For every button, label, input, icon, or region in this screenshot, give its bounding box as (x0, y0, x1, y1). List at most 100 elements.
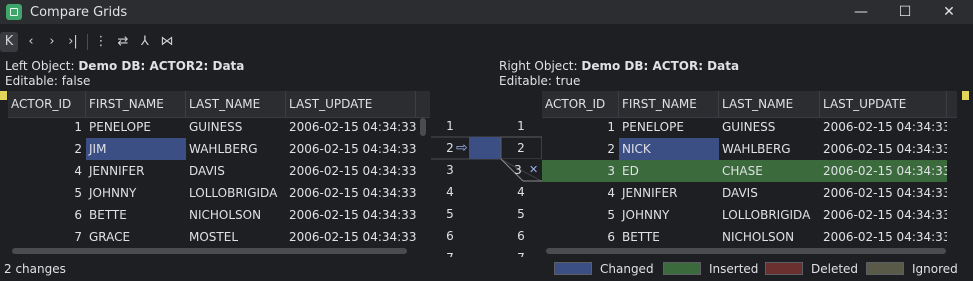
actor-id-cell[interactable]: 2 (8, 138, 86, 160)
right-col-header[interactable]: ACTOR_ID (542, 91, 619, 117)
last-name-cell[interactable]: LOLLOBRIGIDA (186, 182, 286, 204)
left-grid[interactable]: ACTOR_ID FIRST_NAME LAST_NAME LAST_UPDAT… (8, 91, 430, 257)
table-row-inserted[interactable]: 3 ED CHASE 2006-02-15 04:34:33 (542, 160, 947, 182)
right-grid[interactable]: ACTOR_ID FIRST_NAME LAST_NAME LAST_UPDAT… (542, 91, 957, 257)
actor-id-cell[interactable]: 6 (8, 204, 86, 226)
first-name-cell[interactable]: JOHNNY (619, 204, 719, 226)
swap-sides-button[interactable]: ⇄ (114, 32, 132, 52)
last-update-cell[interactable]: 2006-02-15 04:34:33 (820, 138, 947, 160)
last-name-cell[interactable]: DAVIS (719, 182, 820, 204)
more-vertical-icon: ⋮ (94, 34, 108, 49)
more-options-button[interactable]: ⋮ (92, 32, 110, 52)
last-update-cell[interactable]: 2006-02-15 04:34:33 (286, 204, 418, 226)
last-name-cell[interactable]: WAHLBERG (719, 138, 820, 160)
last-icon: ›| (68, 34, 78, 49)
last-update-cell[interactable]: 2006-02-15 04:34:33 (820, 226, 947, 248)
left-col-header[interactable]: ACTOR_ID (8, 91, 86, 117)
table-row[interactable]: 7 GRACE MOSTEL 2006-02-15 04:34:33 (8, 226, 418, 248)
first-name-cell[interactable]: ED (619, 160, 719, 182)
next-difference-button[interactable]: › (43, 32, 61, 52)
actor-id-cell[interactable]: 5 (542, 204, 619, 226)
right-line-number: 2 (517, 141, 525, 155)
previous-difference-button[interactable]: ‹ (22, 32, 40, 52)
last-name-cell[interactable]: LOLLOBRIGIDA (719, 204, 820, 226)
right-col-header[interactable]: LAST_UPDATE (820, 91, 947, 117)
left-col-header[interactable]: FIRST_NAME (86, 91, 186, 117)
right-col-header[interactable]: FIRST_NAME (619, 91, 719, 117)
merge-button[interactable]: ⅄ (136, 32, 154, 52)
left-object-prefix: Left Object: (5, 59, 79, 73)
last-update-cell[interactable]: 2006-02-15 04:34:33 (820, 160, 947, 182)
actor-id-cell[interactable]: 1 (8, 116, 86, 138)
table-row[interactable]: 6 BETTE NICHOLSON 2006-02-15 04:34:33 (542, 226, 947, 248)
copy-right-arrow-icon[interactable]: ⇨ (456, 140, 468, 156)
legend-label-inserted: Inserted (709, 262, 759, 276)
first-name-cell-changed[interactable]: NICK (619, 138, 719, 160)
maximize-button[interactable]: ☐ (885, 0, 925, 24)
left-vertical-scrollbar[interactable] (420, 118, 426, 136)
actor-id-cell[interactable]: 1 (542, 116, 619, 138)
actor-id-cell[interactable]: 4 (8, 160, 86, 182)
last-difference-button[interactable]: ›| (64, 32, 82, 52)
table-row[interactable]: 4 JENNIFER DAVIS 2006-02-15 04:34:33 (542, 182, 947, 204)
first-difference-button[interactable]: K (0, 32, 18, 52)
last-update-cell[interactable]: 2006-02-15 04:34:33 (820, 204, 947, 226)
actor-id-cell[interactable]: 2 (542, 138, 619, 160)
last-name-cell[interactable]: DAVIS (186, 160, 286, 182)
left-col-header[interactable]: LAST_UPDATE (286, 91, 416, 117)
last-update-cell[interactable]: 2006-02-15 04:34:33 (286, 116, 418, 138)
first-name-cell[interactable]: JOHNNY (86, 182, 186, 204)
actor-id-cell[interactable]: 7 (8, 226, 86, 248)
last-update-cell[interactable]: 2006-02-15 04:34:33 (286, 160, 418, 182)
last-name-cell[interactable]: NICHOLSON (719, 226, 820, 248)
first-name-cell[interactable]: JENNIFER (86, 160, 186, 182)
close-button[interactable]: ✕ (929, 0, 969, 24)
last-update-cell[interactable]: 2006-02-15 04:34:33 (820, 116, 947, 138)
changes-count: 2 changes (4, 262, 66, 276)
right-line-number: 4 (517, 185, 525, 199)
left-col-header[interactable]: LAST_NAME (186, 91, 286, 117)
table-row[interactable]: 2 JIM WAHLBERG 2006-02-15 04:34:33 (8, 138, 418, 160)
last-update-cell[interactable]: 2006-02-15 04:34:33 (820, 182, 947, 204)
last-name-cell[interactable]: NICHOLSON (186, 204, 286, 226)
table-row[interactable]: 2 NICK WAHLBERG 2006-02-15 04:34:33 (542, 138, 947, 160)
first-name-cell[interactable]: GRACE (86, 226, 186, 248)
swap-icon: ⇄ (117, 34, 129, 49)
table-row[interactable]: 6 BETTE NICHOLSON 2006-02-15 04:34:33 (8, 204, 418, 226)
mirror-button[interactable]: ⋈ (158, 32, 176, 52)
first-name-cell[interactable]: BETTE (86, 204, 186, 226)
last-name-cell[interactable]: MOSTEL (186, 226, 286, 248)
last-update-cell[interactable]: 2006-02-15 04:34:33 (286, 138, 418, 160)
legend-label-deleted: Deleted (811, 262, 859, 276)
left-object-line: Left Object: Demo DB: ACTOR2: Data (5, 59, 244, 73)
first-name-cell[interactable]: BETTE (619, 226, 719, 248)
last-name-cell[interactable]: GUINESS (719, 116, 820, 138)
table-row[interactable]: 1 PENELOPE GUINESS 2006-02-15 04:34:33 (8, 116, 418, 138)
mirror-icon: ⋈ (160, 34, 174, 49)
actor-id-cell[interactable]: 3 (542, 160, 619, 182)
left-horizontal-scrollbar[interactable] (12, 248, 407, 254)
table-row[interactable]: 5 JOHNNY LOLLOBRIGIDA 2006-02-15 04:34:3… (8, 182, 418, 204)
minimize-button[interactable]: — (841, 0, 881, 24)
last-name-cell[interactable]: WAHLBERG (186, 138, 286, 160)
actor-id-cell[interactable]: 6 (542, 226, 619, 248)
last-update-cell[interactable]: 2006-02-15 04:34:33 (286, 182, 418, 204)
last-update-cell[interactable]: 2006-02-15 04:34:33 (286, 226, 418, 248)
right-horizontal-scrollbar[interactable] (546, 248, 946, 254)
last-name-cell[interactable]: GUINESS (186, 116, 286, 138)
actor-id-cell[interactable]: 5 (8, 182, 86, 204)
right-diff-marker (962, 91, 969, 100)
first-name-cell[interactable]: PENELOPE (86, 116, 186, 138)
first-name-cell[interactable]: JENNIFER (619, 182, 719, 204)
last-name-cell[interactable]: CHASE (719, 160, 820, 182)
table-row[interactable]: 4 JENNIFER DAVIS 2006-02-15 04:34:33 (8, 160, 418, 182)
first-name-cell[interactable]: PENELOPE (619, 116, 719, 138)
delete-row-icon[interactable]: ✕ (529, 163, 538, 176)
first-name-cell-changed[interactable]: JIM (86, 138, 186, 160)
table-row[interactable]: 5 JOHNNY LOLLOBRIGIDA 2006-02-15 04:34:3… (542, 204, 947, 226)
actor-id-cell[interactable]: 4 (542, 182, 619, 204)
right-col-header[interactable]: LAST_NAME (719, 91, 820, 117)
left-line-number: 4 (446, 185, 454, 199)
table-row[interactable]: 1 PENELOPE GUINESS 2006-02-15 04:34:33 (542, 116, 947, 138)
left-line-number: 3 (446, 163, 454, 177)
